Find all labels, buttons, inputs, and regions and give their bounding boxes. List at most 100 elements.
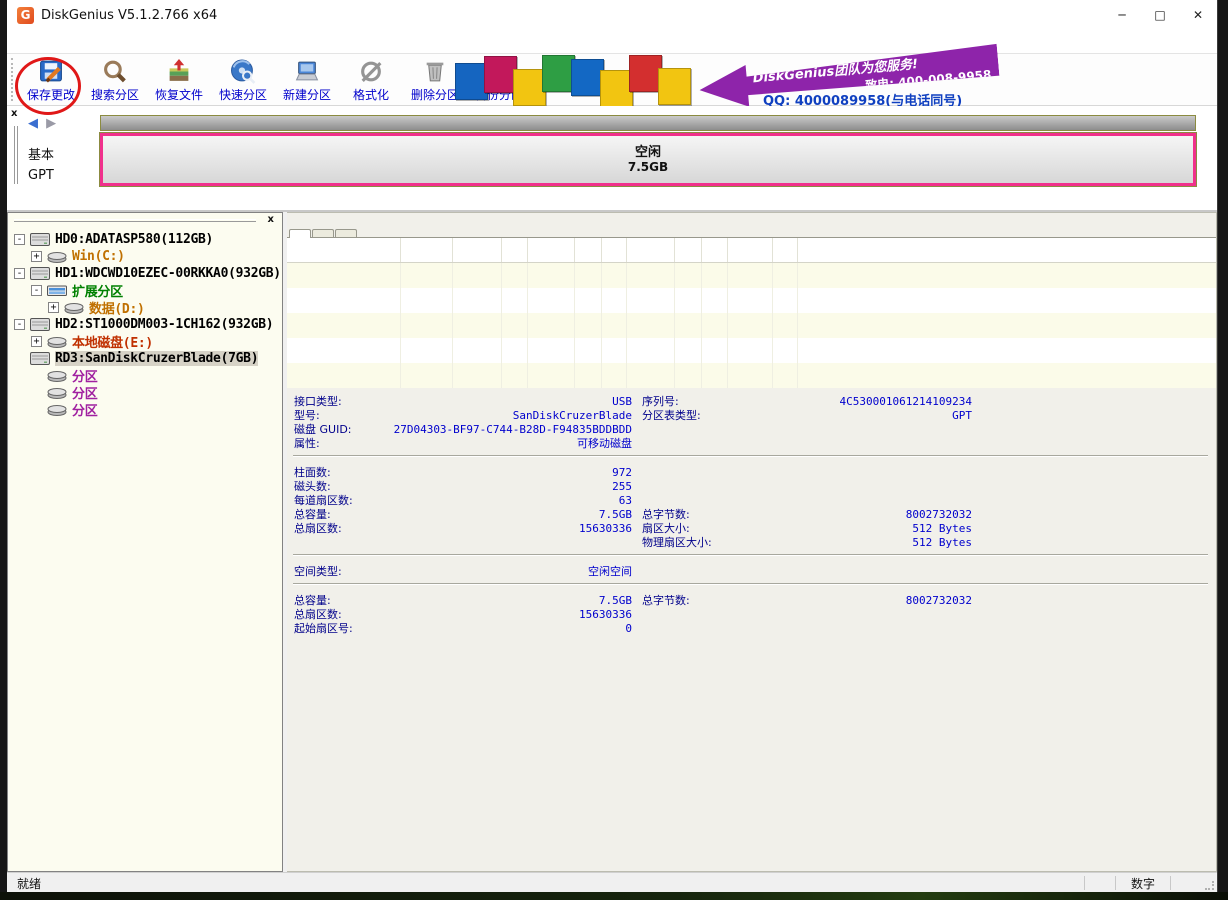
- tree-expander-icon[interactable]: -: [14, 268, 25, 279]
- tree-item-label: HD1:WDCWD10EZEC-00RKKA0(932GB): [55, 266, 281, 281]
- detail-value-2: 8002732032: [782, 594, 972, 607]
- detail-value: 可移动磁盘: [380, 435, 632, 451]
- detail-row: 柱面数: 972: [287, 464, 1216, 478]
- tab[interactable]: [312, 229, 334, 237]
- detail-row: 总扇区数: 15630336: [287, 606, 1216, 620]
- detail-row: 总容量: 7.5GB 总字节数: 8002732032: [287, 592, 1216, 606]
- close-button[interactable]: ✕: [1179, 0, 1217, 30]
- tab[interactable]: [335, 229, 357, 237]
- tree-expander-icon[interactable]: +: [31, 336, 42, 347]
- detail-row: 接口类型: USB 序列号: 4C530001061214109234: [287, 393, 1216, 407]
- panel-grip: [14, 126, 18, 184]
- status-bar: 就绪 数字: [7, 872, 1217, 893]
- delete-partition-icon: [422, 59, 448, 84]
- column-header[interactable]: [528, 238, 575, 262]
- tree-item[interactable]: + 本地磁盘(E:): [8, 333, 282, 350]
- column-header[interactable]: [728, 238, 773, 262]
- toolbar-button[interactable]: 新建分区: [275, 54, 339, 105]
- detail-row: 磁盘 GUID: 27D04303-BF97-C744-B28D-F94835B…: [287, 421, 1216, 435]
- tree-item[interactable]: + 数据(D:): [8, 299, 282, 316]
- column-header[interactable]: [287, 238, 401, 262]
- tree-item[interactable]: - HD0:ADATASP580(112GB): [8, 231, 282, 248]
- ad-banner[interactable]: DiskGenius团队为您服务! 致电: 400-008-9958 QQ: 4…: [455, 54, 1015, 106]
- table-row[interactable]: [287, 338, 1216, 363]
- toolbar-button[interactable]: 恢复文件: [147, 54, 211, 105]
- toolbar-button-icon: [294, 57, 320, 84]
- menu-item[interactable]: [123, 40, 143, 44]
- maximize-button[interactable]: □: [1141, 0, 1179, 30]
- status-separator: [1170, 876, 1171, 890]
- toolbar-button[interactable]: 搜索分区: [83, 54, 147, 105]
- table-row[interactable]: [287, 363, 1216, 388]
- tree-item[interactable]: 分区: [8, 367, 282, 384]
- table-row[interactable]: [287, 263, 1216, 288]
- detail-row: 磁头数: 255: [287, 478, 1216, 492]
- column-header[interactable]: [401, 238, 453, 262]
- menu-item[interactable]: [97, 40, 117, 44]
- detail-row: 每道扇区数: 63: [287, 492, 1216, 506]
- nav-forward-icon[interactable]: ▶: [46, 116, 56, 131]
- view-basic-label[interactable]: 基本: [28, 144, 54, 163]
- column-header[interactable]: [773, 238, 798, 262]
- nav-back-icon[interactable]: ◀: [28, 116, 38, 131]
- table-row[interactable]: [287, 313, 1216, 338]
- toolbar-button[interactable]: 快速分区: [211, 54, 275, 105]
- toolbar-button[interactable]: 保存更改: [19, 54, 83, 105]
- toolbar-button-icon: [38, 57, 64, 84]
- tab[interactable]: [289, 229, 311, 238]
- column-header[interactable]: [675, 238, 702, 262]
- free-space-block[interactable]: 空闲 7.5GB: [100, 133, 1196, 186]
- resize-grip[interactable]: [1201, 873, 1217, 893]
- column-header[interactable]: [453, 238, 502, 262]
- column-header[interactable]: [702, 238, 728, 262]
- tree-item[interactable]: RD3:SanDiskCruzerBlade(7GB): [8, 350, 282, 367]
- toolbar-button-icon: [230, 57, 256, 84]
- toolbar-button-label: 删除分区: [411, 86, 459, 103]
- tree-item[interactable]: - 扩展分区: [8, 282, 282, 299]
- tree-item[interactable]: 分区: [8, 384, 282, 401]
- menu-item[interactable]: [71, 40, 91, 44]
- tree-expander-icon[interactable]: +: [31, 251, 42, 262]
- recover-files-icon: [166, 59, 192, 84]
- disk-icon: [47, 370, 67, 382]
- table-row[interactable]: [287, 288, 1216, 313]
- tree-item[interactable]: - HD2:ST1000DM003-1CH162(932GB): [8, 316, 282, 333]
- tree-expander-icon[interactable]: -: [14, 319, 25, 330]
- disk-ruler: [100, 115, 1196, 131]
- search-partition-icon: [102, 59, 128, 84]
- disk-icon: [47, 404, 67, 416]
- toolbar-button-label: 新建分区: [283, 86, 331, 103]
- status-ready: 就绪: [7, 875, 1084, 892]
- detail-row: 总扇区数: 15630336 扇区大小: 512 Bytes: [287, 520, 1216, 534]
- menu-item[interactable]: [19, 40, 39, 44]
- column-header[interactable]: [627, 238, 675, 262]
- detail-row: 空间类型: 空闲空间: [287, 563, 1216, 577]
- tree-expander-icon[interactable]: -: [31, 285, 42, 296]
- tree-item[interactable]: - HD1:WDCWD10EZEC-00RKKA0(932GB): [8, 265, 282, 282]
- column-header[interactable]: [575, 238, 602, 262]
- panel-close-icon[interactable]: x: [11, 108, 17, 119]
- minimize-button[interactable]: ─: [1103, 0, 1141, 30]
- disk-icon: [47, 251, 67, 263]
- tree-item[interactable]: + Win(C:): [8, 248, 282, 265]
- detail-value: 63: [380, 494, 632, 507]
- disk-icon: [64, 302, 84, 314]
- disk-tree-panel: x - HD0:ADATASP580(112GB) +: [7, 212, 283, 872]
- view-gpt-label[interactable]: GPT: [28, 168, 54, 183]
- disk-icon: [30, 352, 50, 365]
- tree-expander-icon[interactable]: +: [48, 302, 59, 313]
- detail-row: 型号: SanDiskCruzerBlade 分区表类型: GPT: [287, 407, 1216, 421]
- tree-expander-icon[interactable]: -: [14, 234, 25, 245]
- column-header[interactable]: [502, 238, 528, 262]
- menu-item[interactable]: [149, 40, 169, 44]
- menu-item[interactable]: [45, 40, 65, 44]
- tab-bar: [287, 213, 1216, 238]
- quick-partition-icon: [230, 59, 256, 84]
- toolbar-button[interactable]: 格式化: [339, 54, 403, 105]
- detail-value-2: 512 Bytes: [782, 536, 972, 549]
- column-header[interactable]: [602, 238, 627, 262]
- tree-item[interactable]: 分区: [8, 401, 282, 418]
- tree-panel-close-icon[interactable]: x: [268, 214, 274, 225]
- tree-item-label: 数据(D:): [89, 298, 145, 317]
- disk-icon: [30, 233, 50, 246]
